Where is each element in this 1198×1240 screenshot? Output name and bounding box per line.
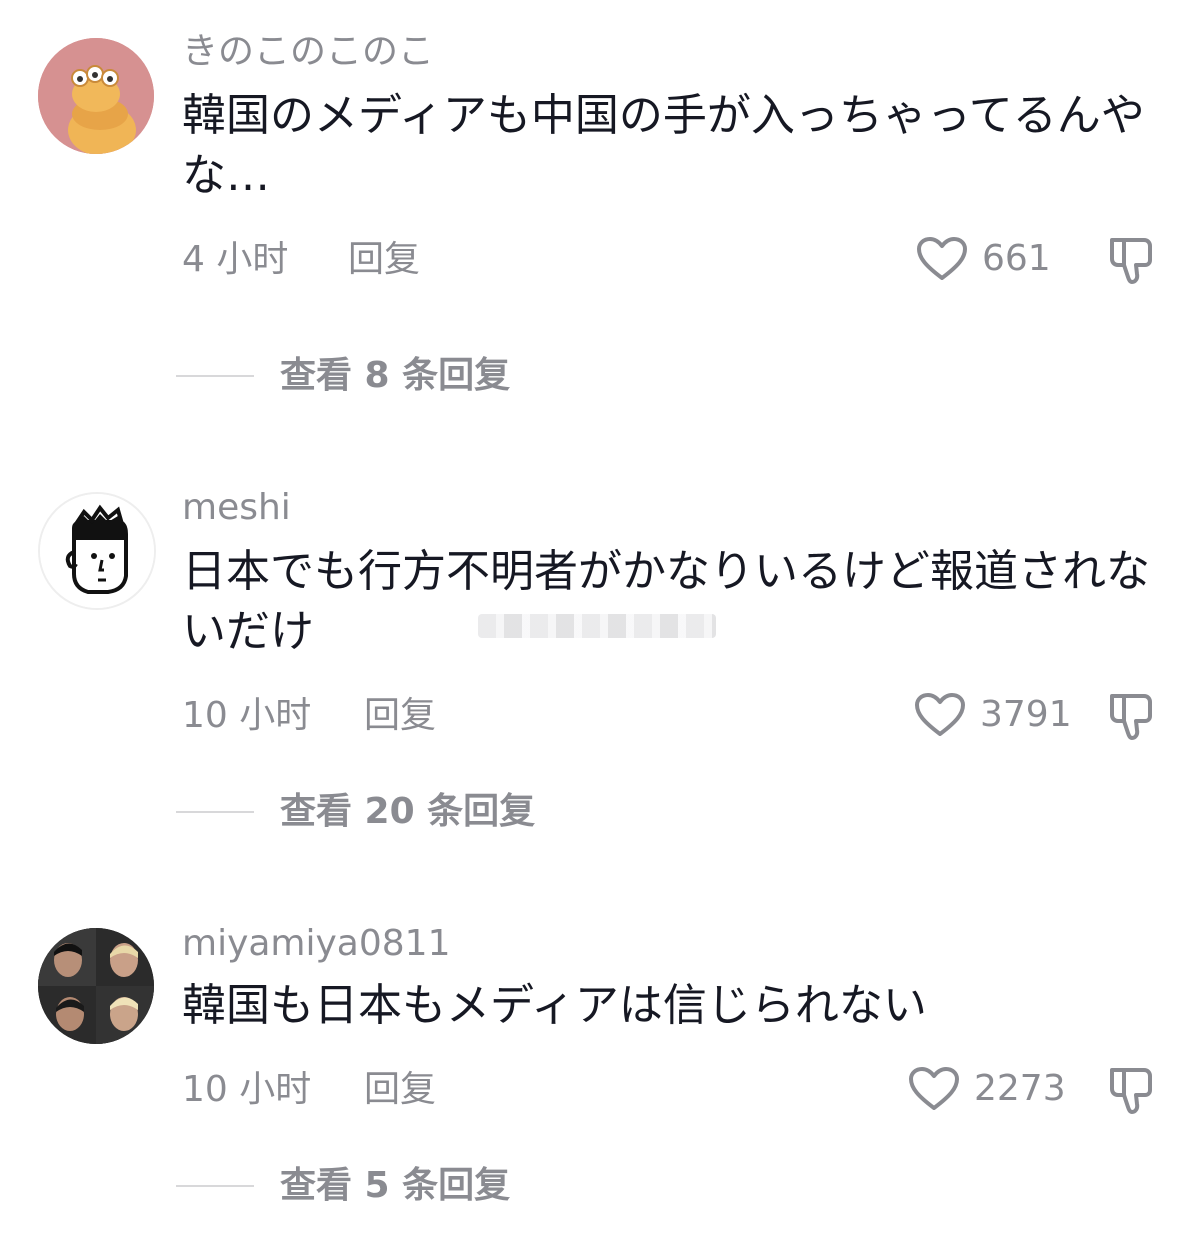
view-replies-label: 查看 20 条回复 [280,791,536,832]
username[interactable]: miyamiya0811 [182,922,451,966]
reply-button[interactable]: 回复 [364,694,436,738]
view-replies-label: 查看 5 条回复 [280,1165,511,1206]
view-replies-button[interactable]: 查看 20 条回复 [176,790,535,834]
comment-text: 韓国のメディアも中国の手が入っちゃってるんやな… [182,90,1145,201]
view-replies-button[interactable]: 查看 8 条回复 [176,354,510,398]
dislike-icon[interactable] [1104,692,1156,742]
view-replies-label: 查看 8 条回复 [280,355,511,396]
heart-icon [915,693,965,736]
divider [176,1185,254,1187]
comment-time: 4 小时 [182,239,289,280]
dislike-icon[interactable] [1104,236,1156,286]
comment-text: 日本でも行方不明者がかなりいるけど報道されないだけ [182,546,1150,657]
reply-button[interactable]: 回复 [348,238,420,282]
comment-time: 10 小时 [182,1069,312,1110]
comment-text: 韓国も日本もメディアは信じられない [182,980,927,1031]
view-replies-button[interactable]: 查看 5 条回复 [176,1164,510,1208]
like-button[interactable]: 3791 [914,692,1072,738]
like-button[interactable]: 2273 [908,1066,1066,1112]
heart-icon [909,1067,959,1110]
divider [176,811,254,813]
avatar[interactable] [38,928,154,1044]
like-button[interactable]: 661 [916,236,1051,282]
username[interactable]: きのこのこのこ [182,30,434,74]
comment-time: 10 小时 [182,695,312,736]
redacted-mark [478,614,716,638]
reply-button[interactable]: 回复 [364,1068,436,1112]
username[interactable]: meshi [182,486,291,530]
avatar[interactable] [38,38,154,154]
like-count: 661 [982,238,1051,279]
dislike-icon[interactable] [1104,1066,1156,1116]
divider [176,375,254,377]
like-count: 3791 [980,694,1072,735]
avatar[interactable] [38,492,156,610]
heart-icon [917,237,967,280]
like-count: 2273 [974,1068,1066,1109]
